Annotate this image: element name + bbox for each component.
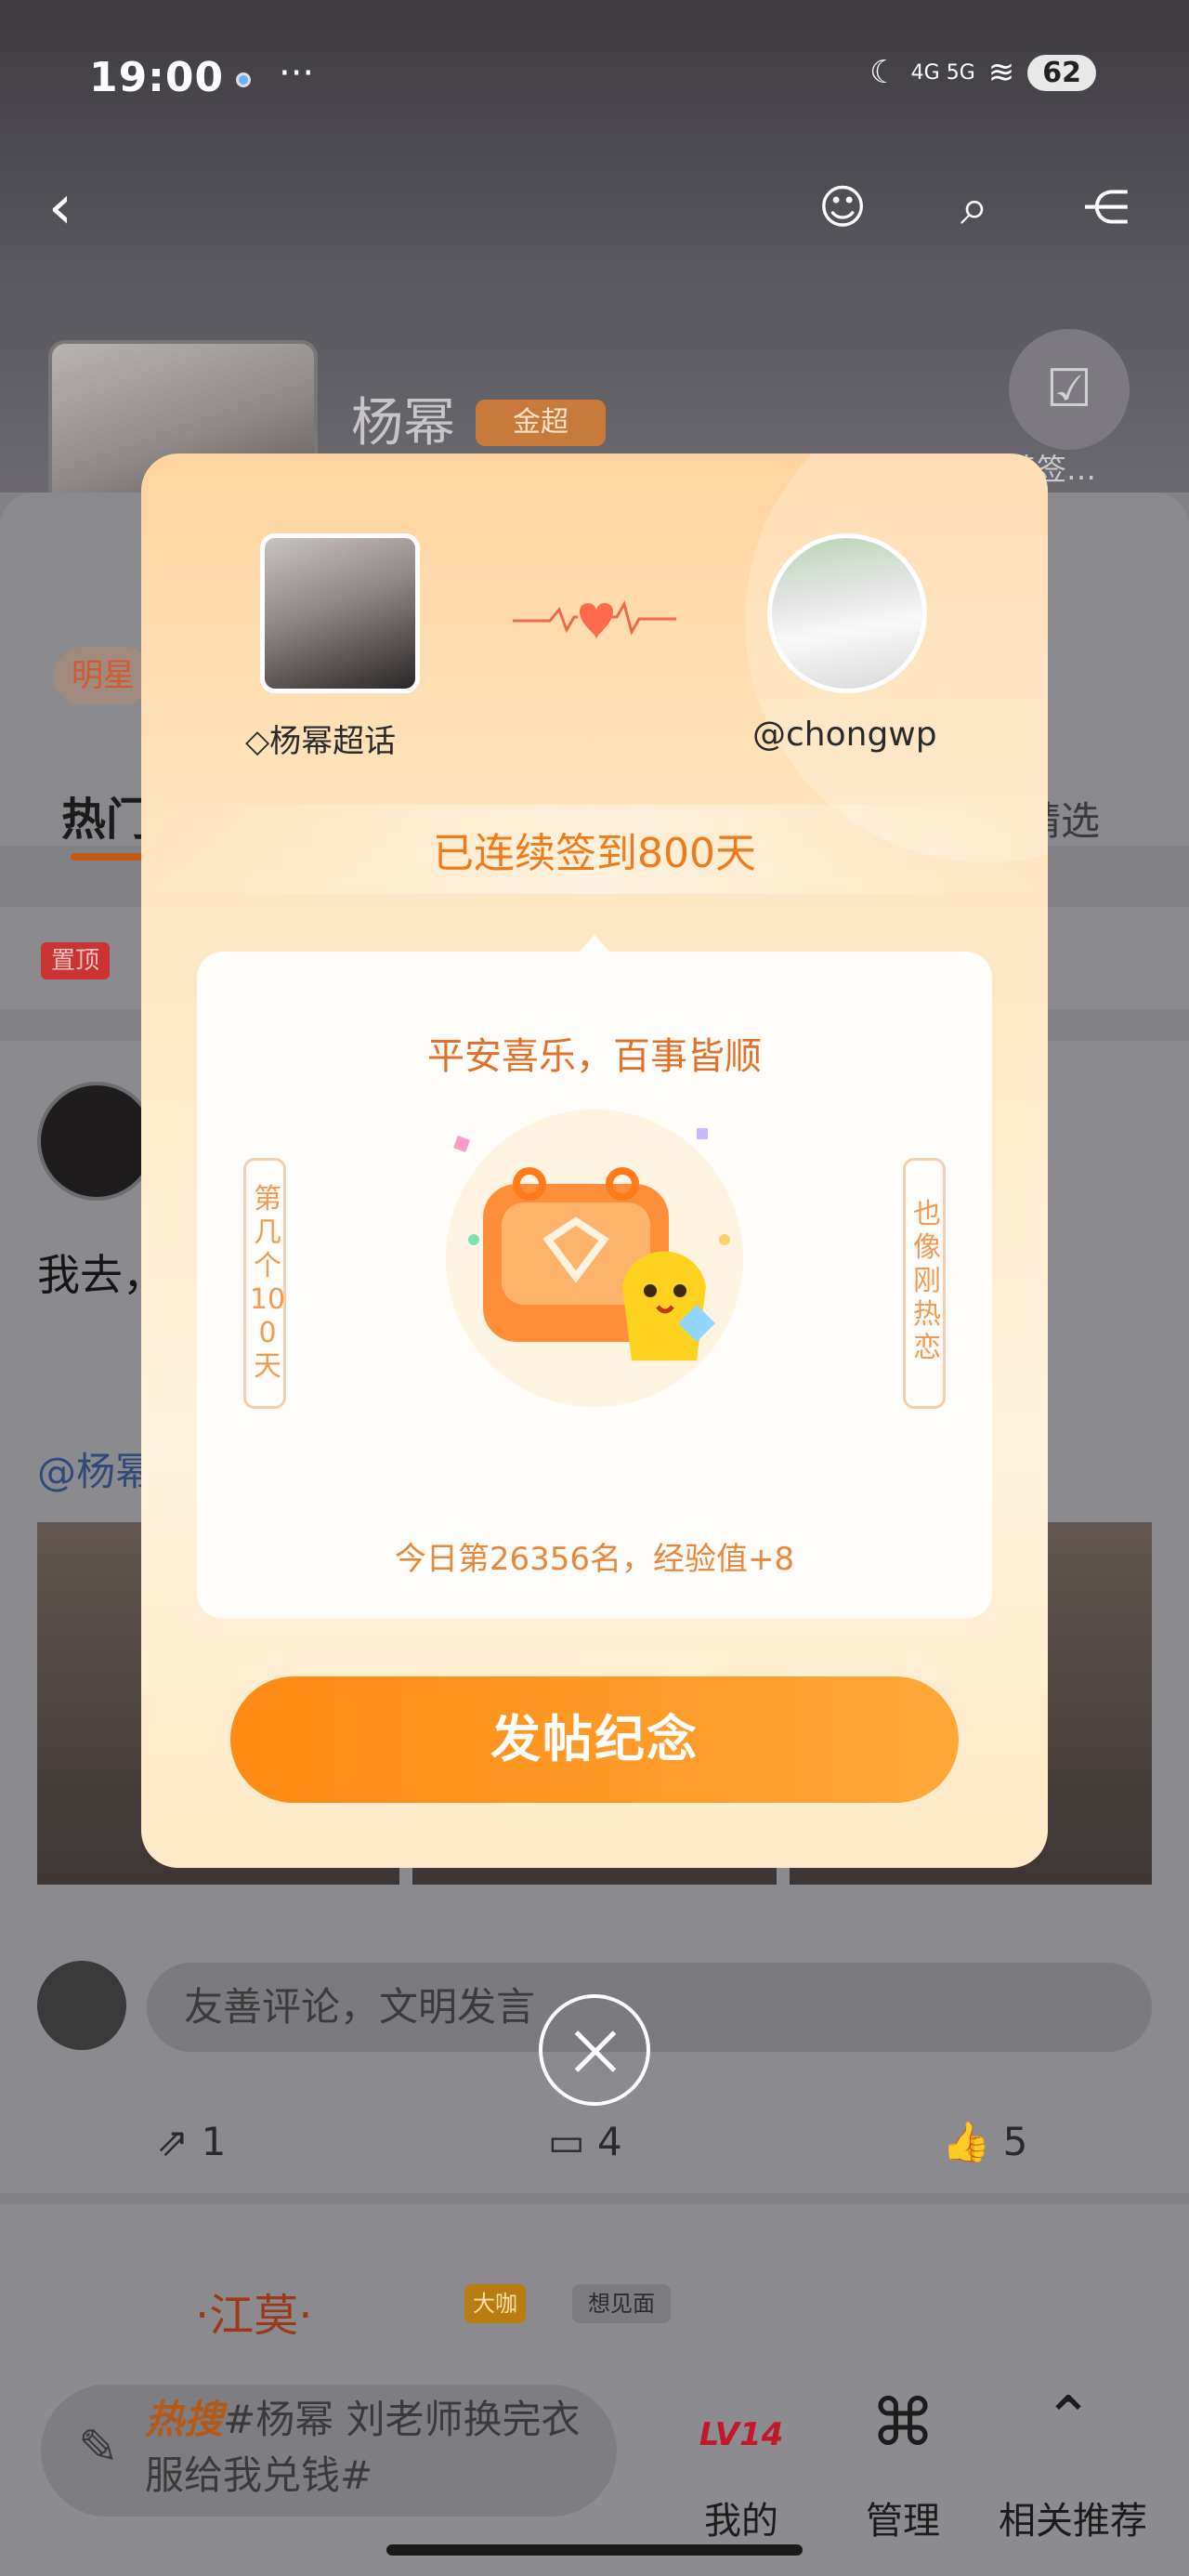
nav-related[interactable]: 相关推荐 — [994, 2491, 1152, 2544]
battery-indicator: 62 — [1027, 54, 1096, 91]
like-button[interactable]: 👍 5 — [942, 2119, 1027, 2165]
comment-count: 4 — [597, 2119, 622, 2164]
like-count: 5 — [1002, 2119, 1028, 2164]
network-label: 4G 5G — [910, 60, 975, 85]
search-icon[interactable]: ⌕ — [933, 165, 1016, 249]
right-scroll-text: 也像刚热恋 — [913, 1198, 941, 1364]
repost-count: 1 — [201, 2119, 227, 2164]
super-topic-name: ◇杨幂超话 — [245, 716, 396, 761]
next-post-user[interactable]: ·江莫· — [195, 2279, 313, 2344]
comment-input[interactable]: 友善评论，文明发言 — [147, 1963, 1152, 2052]
home-indicator — [386, 2544, 803, 2556]
heartbeat-icon — [513, 600, 676, 639]
poster-avatar[interactable] — [37, 1082, 156, 1201]
repost-button[interactable]: ⇗ 1 — [156, 2119, 226, 2164]
status-bar: 19:00 ··· ☾ 4G 5G ≋ 62 — [0, 41, 1189, 115]
people-icon[interactable]: ☺ — [801, 165, 884, 249]
status-icons: ☾ 4G 5G ≋ 62 — [869, 54, 1096, 91]
chevron-up-circle-icon: ⌃ — [1043, 2385, 1093, 2453]
gold-badge-label: 金超 — [513, 406, 568, 439]
rank-text: 今日第26356名，经验值+8 — [394, 1541, 795, 1578]
tab-hot[interactable]: 热门 — [61, 782, 150, 848]
user-avatar — [767, 533, 927, 693]
grid-icon: ⌘ — [870, 2385, 935, 2461]
hot-tag: 热搜 — [145, 2397, 224, 2442]
level-badge: LV14 — [699, 2416, 784, 2453]
calendar-mascot-illustration — [446, 1110, 743, 1407]
right-scroll: 也像刚热恋 — [903, 1158, 946, 1409]
hot-search-text[interactable]: 热搜#杨幂 刘老师换完衣服给我兑钱# — [145, 2392, 581, 2504]
status-time: 19:00 — [89, 54, 225, 101]
checkin-modal: ◇杨幂超话 @chongwp 已连续签到800天 平安喜乐，百事皆顺 第几个10… — [141, 453, 1048, 1868]
pinned-badge: 置顶 — [41, 942, 110, 979]
nav-manage[interactable]: 管理 — [829, 2491, 977, 2544]
notification-dot-icon — [236, 72, 251, 87]
want-meet-badge: 想见面 — [572, 2284, 671, 2323]
my-avatar — [37, 1961, 126, 2050]
post-commemorate-button[interactable]: 发帖纪念 — [230, 1676, 959, 1803]
wifi-icon: ≋ — [987, 54, 1015, 91]
blessing-card: 平安喜乐，百事皆顺 第几个100天 也像刚热恋 今日第26356名，经验值+8 — [197, 952, 992, 1619]
status-more: ··· — [279, 52, 315, 95]
left-scroll-text: 第几个100天 — [249, 1183, 286, 1383]
card-notch — [578, 935, 611, 953]
close-icon[interactable] — [539, 1994, 650, 2106]
checkin-calendar-icon[interactable]: ☑ — [1009, 329, 1130, 450]
gold-super-badge: 金超 — [476, 400, 606, 446]
streak-text: 已连续签到800天 — [433, 830, 756, 877]
category-chip[interactable]: 明星 — [54, 647, 152, 704]
moon-icon: ☾ — [869, 54, 898, 91]
comment-button[interactable]: ▭ 4 — [548, 2119, 622, 2164]
diamond-icon: ◇ — [245, 723, 270, 760]
pencil-icon: ✎ — [78, 2420, 119, 2476]
post-mention[interactable]: @杨幂 — [37, 1440, 154, 1497]
comment-icon: ▭ — [548, 2119, 585, 2164]
repost-icon: ⇗ — [156, 2119, 189, 2164]
left-scroll: 第几个100天 — [243, 1158, 286, 1409]
back-button[interactable]: ‹ — [19, 165, 102, 249]
super-topic-avatar — [260, 533, 420, 693]
thumbs-up-icon: 👍 — [942, 2119, 991, 2164]
nav-mine[interactable]: 我的 — [667, 2491, 816, 2544]
tab-indicator — [71, 853, 149, 861]
share-icon[interactable]: ⋲ — [1065, 165, 1148, 249]
user-handle: @chongwp — [752, 716, 937, 754]
big-badge: 大咖 — [464, 2284, 526, 2323]
blessing-text: 平安喜乐，百事皆顺 — [427, 1035, 762, 1078]
star-name: 杨幂 — [351, 393, 455, 453]
super-topic-label: 杨幂超话 — [269, 723, 397, 760]
